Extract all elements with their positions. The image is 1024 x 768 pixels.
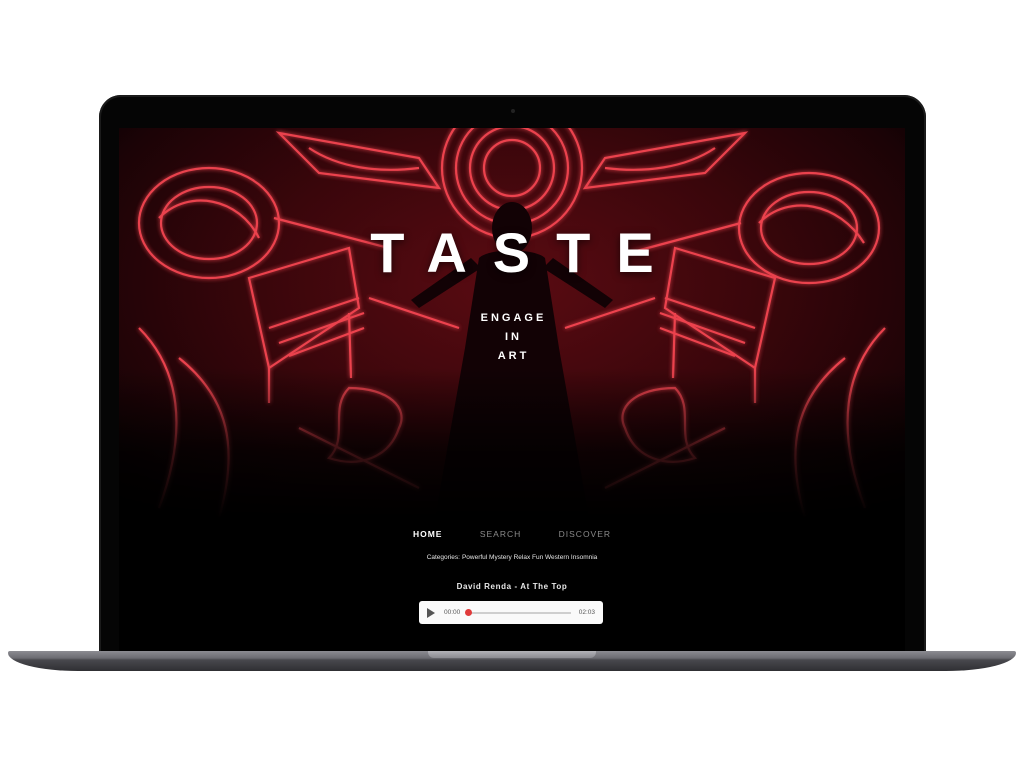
screen: TASTE ENGAGE IN ART HOME SEARCH DISCOVER… xyxy=(119,128,905,652)
camera-dot xyxy=(510,109,515,113)
tagline-line-2: IN xyxy=(505,331,522,343)
categories-label: Categories: xyxy=(426,554,460,561)
progress-bar[interactable] xyxy=(464,609,571,616)
laptop-notch xyxy=(428,651,596,658)
site-title: TASTE xyxy=(370,221,680,284)
play-icon[interactable] xyxy=(427,607,435,618)
categories-tags[interactable]: Powerful Mystery Relax Fun Western Insom… xyxy=(462,554,597,561)
track-title: David Renda - At The Top xyxy=(456,582,568,591)
tagline-line-3: ART xyxy=(497,350,530,362)
nav-home[interactable]: HOME xyxy=(413,529,443,539)
nav-search[interactable]: SEARCH xyxy=(480,529,521,539)
main-nav: HOME SEARCH DISCOVER xyxy=(119,529,905,539)
duration: 02:03 xyxy=(578,609,595,616)
hero-image: TASTE ENGAGE IN ART xyxy=(119,128,905,518)
audio-player: 00:00 02:03 xyxy=(419,601,603,624)
tagline-line-1: ENGAGE xyxy=(480,312,547,324)
current-time: 00:00 xyxy=(444,609,461,616)
nav-discover[interactable]: DISCOVER xyxy=(559,529,611,539)
laptop-mockup: TASTE ENGAGE IN ART HOME SEARCH DISCOVER… xyxy=(0,0,1024,768)
tagline: ENGAGE IN ART xyxy=(119,309,905,366)
hero-fade xyxy=(119,368,905,518)
categories-line: Categories: Powerful Mystery Relax Fun We… xyxy=(119,554,905,561)
progress-knob[interactable] xyxy=(464,609,472,616)
